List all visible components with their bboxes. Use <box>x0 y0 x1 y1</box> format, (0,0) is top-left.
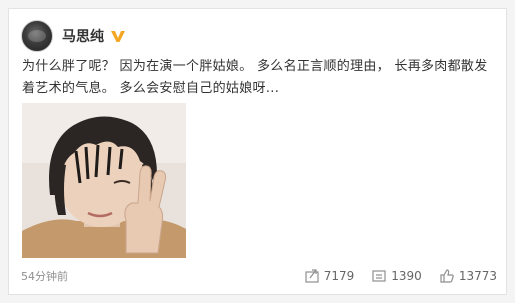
like-count: 13773 <box>458 269 497 283</box>
post-text: 为什么胖了呢？ 因为在演一个胖姑娘。 多么名正言顺的理由， 长再多肉都散发着艺术… <box>22 59 488 96</box>
comment-icon <box>372 269 386 283</box>
comment-button[interactable]: 1390 <box>372 269 422 283</box>
author-name[interactable]: 马思纯 <box>62 26 104 46</box>
post-timestamp[interactable]: 54分钟前 <box>21 268 68 284</box>
weibo-post-card: 马思纯 为什么胖了呢？ 因为在演一个胖姑娘。 多么名正言顺的理由， 长再多肉都散… <box>8 8 507 295</box>
post-photo[interactable] <box>22 103 186 258</box>
thumb-up-icon <box>440 269 454 283</box>
author-avatar[interactable] <box>21 20 53 52</box>
selfie-photo-illustration <box>22 103 186 258</box>
comment-count: 1390 <box>391 269 422 283</box>
like-button[interactable]: 13773 <box>440 269 497 283</box>
action-bar: 7179 1390 13773 <box>287 269 497 283</box>
verified-v-icon <box>110 29 126 43</box>
repost-count: 7179 <box>323 269 355 283</box>
repost-icon <box>305 269 319 283</box>
repost-button[interactable]: 7179 <box>305 269 355 283</box>
post-header: 马思纯 <box>21 19 126 53</box>
post-footer: 54分钟前 7179 1390 13773 <box>21 265 497 287</box>
